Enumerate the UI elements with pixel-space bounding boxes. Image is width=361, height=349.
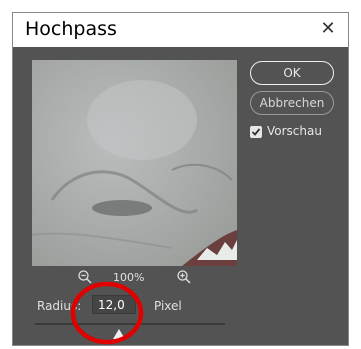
title-bar[interactable]: Hochpass ✕ <box>13 13 348 47</box>
zoom-in-icon[interactable] <box>176 269 192 285</box>
preview-checkbox-label: Vorschau <box>267 124 322 138</box>
close-icon[interactable]: ✕ <box>315 16 341 42</box>
checkmark-icon <box>251 128 261 136</box>
radius-slider-track[interactable] <box>35 323 225 325</box>
high-pass-dialog: Hochpass ✕ OK Abbrechen Vorschau 100% Ra… <box>13 13 348 345</box>
dialog-title: Hochpass <box>25 18 117 40</box>
zoom-level: 100% <box>113 271 145 284</box>
zoom-out-icon[interactable] <box>77 269 93 285</box>
radius-slider-thumb[interactable] <box>112 326 125 339</box>
ok-button[interactable]: OK <box>250 61 334 85</box>
radius-input[interactable]: 12,0 <box>92 295 136 314</box>
filter-preview-image[interactable] <box>32 60 237 266</box>
radius-unit-label: Pixel <box>154 299 182 313</box>
cancel-button[interactable]: Abbrechen <box>250 91 334 115</box>
radius-label: Radius: <box>37 299 82 313</box>
preview-face-graphic <box>32 60 237 266</box>
preview-checkbox[interactable] <box>250 126 262 138</box>
